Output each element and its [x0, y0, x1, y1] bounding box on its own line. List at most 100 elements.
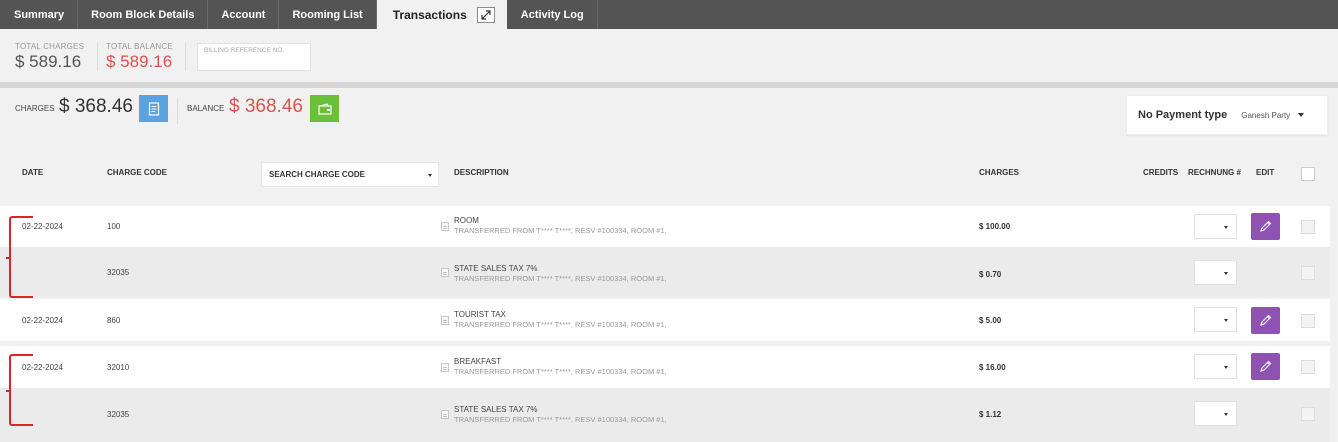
tab-rooming-list[interactable]: Rooming List: [279, 0, 377, 29]
note-icon: [441, 363, 449, 372]
billing-reference-input[interactable]: BILLING REFERENCE NO.: [197, 43, 311, 71]
party-name: Ganesh Party: [1241, 110, 1291, 120]
row-description-title: BREAKFAST: [454, 357, 502, 366]
total-charges-label: TOTAL CHARGES: [15, 42, 85, 51]
edit-button[interactable]: [1251, 307, 1280, 334]
row-description-sub: TRANSFERRED FROM T**** T****, RESV #1003…: [454, 274, 667, 283]
note-icon: [441, 268, 449, 277]
table-row[interactable]: 02-22-2024 100 ROOM TRANSFERRED FROM T**…: [0, 206, 1330, 247]
table-row[interactable]: 32035 STATE SALES TAX 7% TRANSFERRED FRO…: [0, 388, 1330, 442]
rechnung-select[interactable]: [1194, 401, 1237, 426]
tab-transactions[interactable]: Transactions: [376, 0, 507, 29]
total-balance-value: $ 589.16: [106, 52, 173, 71]
payment-type-select[interactable]: No Payment type Ganesh Party: [1126, 95, 1328, 135]
chevron-down-icon: [1298, 113, 1305, 117]
row-description: ROOM TRANSFERRED FROM T**** T****, RESV …: [454, 216, 667, 235]
divider: [177, 98, 178, 124]
row-checkbox[interactable]: [1301, 220, 1315, 234]
tab-room-block-details[interactable]: Room Block Details: [78, 0, 209, 29]
rechnung-select[interactable]: [1194, 307, 1237, 332]
balance-payment-button[interactable]: [310, 95, 339, 122]
divider: [185, 43, 186, 71]
row-description: BREAKFAST TRANSFERRED FROM T**** T****, …: [454, 357, 667, 376]
invoice-icon: [148, 101, 159, 116]
pencil-icon: [1260, 314, 1272, 326]
note-icon: [441, 316, 449, 325]
payment-type-label: No Payment type: [1138, 109, 1228, 121]
balance-value: $ 368.46: [229, 96, 303, 117]
chevron-down-icon: [1224, 366, 1228, 369]
row-amount: $ 1.12: [979, 410, 1002, 419]
totals-strip: TOTAL CHARGES $ 589.16 TOTAL BALANCE $ 5…: [0, 29, 1338, 81]
chevron-down-icon: [1224, 272, 1228, 275]
balance-label: BALANCE: [187, 104, 225, 113]
pencil-icon: [1260, 220, 1272, 232]
rechnung-select[interactable]: [1194, 260, 1237, 285]
total-balance: TOTAL BALANCE $ 589.16: [106, 42, 173, 72]
row-description-sub: TRANSFERRED FROM T**** T****, RESV #1003…: [454, 415, 667, 424]
rechnung-select[interactable]: [1194, 214, 1237, 239]
charges-label: CHARGES: [15, 104, 55, 113]
column-header-description[interactable]: DESCRIPTION: [454, 168, 509, 177]
row-description-title: TOURIST TAX: [454, 310, 506, 319]
row-charge-code: 32035: [107, 410, 130, 419]
tab-summary[interactable]: Summary: [0, 0, 79, 29]
row-amount: $ 5.00: [979, 316, 1002, 325]
row-description-title: STATE SALES TAX 7%: [454, 264, 538, 273]
chevron-down-icon: [1224, 226, 1228, 229]
search-charge-code-select[interactable]: SEARCH CHARGE CODE: [261, 162, 439, 187]
chevron-down-icon: [1224, 413, 1228, 416]
table-row[interactable]: 02-22-2024 32010 BREAKFAST TRANSFERRED F…: [0, 346, 1330, 388]
edit-button[interactable]: [1251, 213, 1280, 240]
expand-icon[interactable]: [476, 6, 495, 23]
search-charge-code-label: SEARCH CHARGE CODE: [269, 170, 366, 179]
row-checkbox[interactable]: [1301, 407, 1315, 421]
row-checkbox[interactable]: [1301, 314, 1315, 328]
select-all-checkbox[interactable]: [1301, 167, 1315, 181]
edit-button[interactable]: [1251, 353, 1280, 380]
row-description: STATE SALES TAX 7% TRANSFERRED FROM T***…: [454, 405, 667, 424]
total-charges-value: $ 589.16: [15, 52, 82, 71]
row-charge-code: 32035: [107, 268, 130, 277]
annotation-bracket: [6, 354, 33, 426]
row-description-sub: TRANSFERRED FROM T**** T****, RESV #1003…: [454, 226, 667, 235]
row-checkbox[interactable]: [1301, 360, 1315, 374]
table-row[interactable]: 32035 STATE SALES TAX 7% TRANSFERRED FRO…: [0, 247, 1330, 297]
row-checkbox[interactable]: [1301, 266, 1315, 280]
charges-value: $ 368.46: [59, 96, 133, 117]
tab-account[interactable]: Account: [208, 0, 280, 29]
row-description: STATE SALES TAX 7% TRANSFERRED FROM T***…: [454, 264, 667, 283]
row-description-sub: TRANSFERRED FROM T**** T****, RESV #1003…: [454, 367, 667, 376]
row-description: TOURIST TAX TRANSFERRED FROM T**** T****…: [454, 310, 667, 329]
row-charge-code: 860: [107, 316, 121, 325]
row-amount: $ 100.00: [979, 222, 1011, 231]
row-charge-code: 32010: [107, 363, 130, 372]
row-description-sub: TRANSFERRED FROM T**** T****, RESV #1003…: [454, 320, 667, 329]
column-header-edit: EDIT: [1256, 168, 1275, 177]
total-charges: TOTAL CHARGES $ 589.16: [15, 42, 84, 72]
chevron-down-icon: [1224, 319, 1228, 322]
annotation-bracket: [6, 216, 33, 298]
chevron-down-icon: [428, 174, 432, 177]
note-icon: [441, 222, 449, 231]
row-description-title: ROOM: [454, 216, 479, 225]
column-header-date[interactable]: DATE: [22, 168, 43, 177]
column-header-charge-code[interactable]: CHARGE CODE: [107, 168, 167, 177]
tab-bar: Summary Room Block Details Account Roomi…: [0, 0, 1338, 29]
column-header-charges[interactable]: CHARGES: [979, 168, 1019, 177]
column-header-credits[interactable]: CREDITS: [1143, 168, 1178, 177]
pencil-icon: [1260, 360, 1272, 372]
column-header-rechnung[interactable]: RECHNUNG #: [1188, 168, 1241, 177]
rechnung-select[interactable]: [1194, 354, 1237, 379]
row-description-title: STATE SALES TAX 7%: [454, 405, 538, 414]
tab-transactions-label: Transactions: [392, 7, 467, 22]
tab-activity-log[interactable]: Activity Log: [507, 0, 598, 29]
row-date: 02-22-2024: [22, 316, 63, 325]
total-balance-label: TOTAL BALANCE: [106, 42, 173, 51]
divider: [97, 43, 98, 71]
table-row[interactable]: 02-22-2024 860 TOURIST TAX TRANSFERRED F…: [0, 299, 1330, 341]
row-amount: $ 0.70: [979, 270, 1002, 279]
wallet-icon: [317, 102, 332, 115]
note-icon: [441, 410, 449, 419]
charges-invoice-button[interactable]: [139, 95, 168, 122]
